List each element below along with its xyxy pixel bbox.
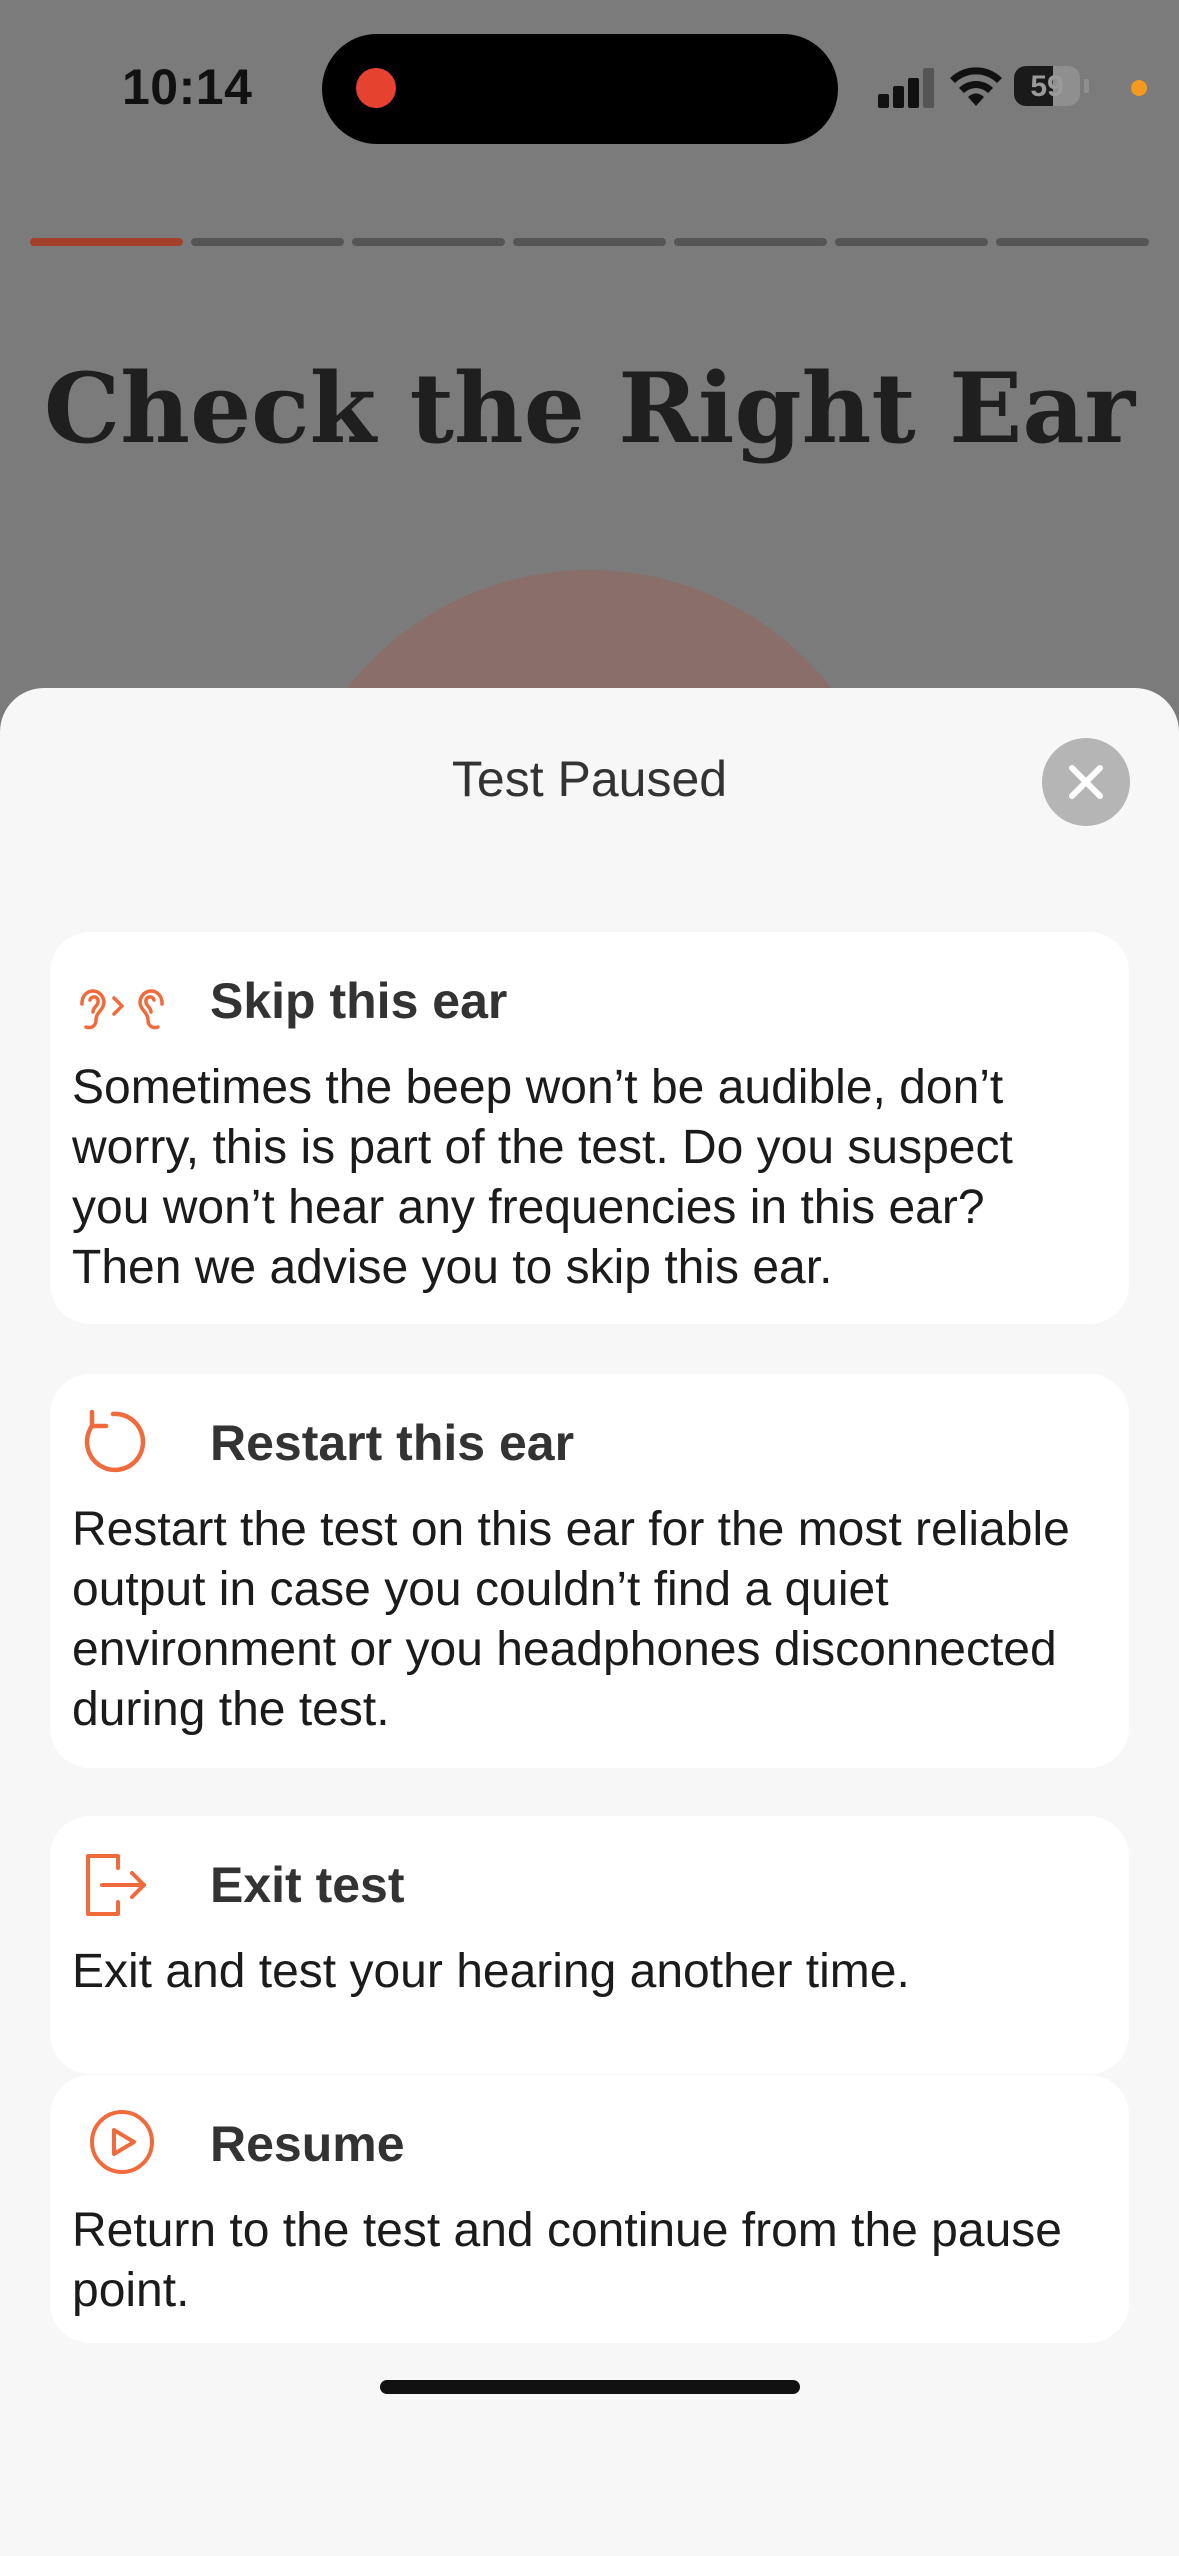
exit-test-option[interactable]: Exit test Exit and test your hearing ano… (50, 1816, 1129, 2074)
ear-switch-icon (80, 989, 164, 1030)
restart-icon (84, 1409, 146, 1473)
battery-icon: 59 (1014, 66, 1092, 110)
progress-segment (996, 238, 1149, 246)
home-indicator[interactable] (380, 2380, 800, 2394)
option-description: Sometimes the beep won’t be audible, don… (72, 1061, 1013, 1294)
option-title: Resume (210, 2116, 405, 2172)
battery-percentage: 59 (1030, 70, 1064, 103)
option-description: Exit and test your hearing another time. (72, 1945, 910, 1998)
option-description: Return to the test and continue from the… (72, 2204, 1062, 2317)
sheet-title: Test Paused (451, 751, 728, 807)
page-title: Check the Right Ear (43, 352, 1136, 465)
progress-segment (191, 238, 344, 246)
exit-icon (86, 1854, 146, 1916)
option-title: Skip this ear (210, 973, 508, 1029)
pause-sheet: Test Paused Skip this ear Sometimes the … (0, 688, 1179, 2556)
progress-segment (835, 238, 988, 246)
progress-segment (513, 238, 666, 246)
progress-segment (352, 238, 505, 246)
close-x-icon (1069, 765, 1103, 799)
option-title: Restart this ear (210, 1415, 575, 1471)
test-progress-bar (30, 238, 1149, 246)
play-circle-icon (90, 2110, 154, 2174)
skip-ear-option[interactable]: Skip this ear Sometimes the beep won’t b… (50, 932, 1129, 1324)
cellular-signal-icon (878, 66, 936, 108)
restart-ear-option[interactable]: Restart this ear Restart the test on thi… (50, 1374, 1129, 1768)
progress-segment (674, 238, 827, 246)
option-description: Restart the test on this ear for the mos… (72, 1503, 1070, 1736)
resume-option[interactable]: Resume Return to the test and continue f… (50, 2075, 1129, 2343)
dynamic-island (322, 34, 838, 144)
option-title: Exit test (210, 1857, 405, 1913)
status-bar: 10:14 59 (0, 0, 1179, 180)
wifi-icon (950, 67, 1002, 106)
status-time: 10:14 (122, 59, 253, 115)
privacy-indicator-icon (1131, 80, 1147, 96)
close-button[interactable] (1042, 738, 1130, 826)
recording-indicator-icon (356, 68, 396, 108)
progress-segment (30, 238, 183, 246)
